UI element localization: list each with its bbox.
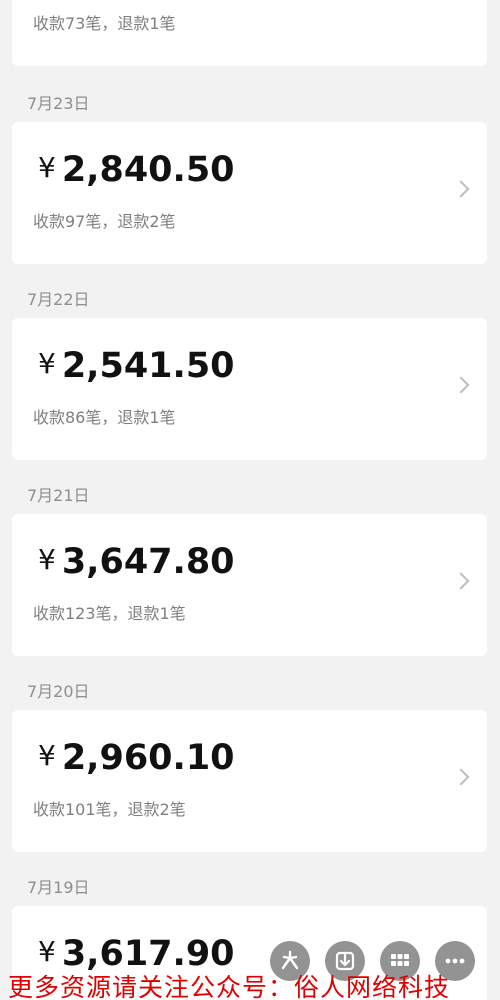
daily-amount: ¥2,960.10 — [38, 738, 235, 778]
transaction-count: 收款101笔，退款2笔 — [33, 800, 186, 819]
amount-value: 2,960.10 — [61, 738, 235, 778]
transaction-count: 收款97笔，退款2笔 — [33, 212, 176, 231]
amount-value: 3,647.80 — [61, 542, 235, 582]
transaction-count: 收款73笔，退款1笔 — [33, 14, 176, 33]
date-label: 7月22日 — [27, 290, 90, 309]
daily-summary-card[interactable]: ¥2,840.50 收款97笔，退款2笔 — [12, 122, 487, 264]
daily-summary-card[interactable]: ¥3,647.80 收款123笔，退款1笔 — [12, 514, 487, 656]
date-label: 7月20日 — [27, 682, 90, 701]
amount-value: 2,840.50 — [61, 150, 235, 190]
chevron-right-icon — [452, 572, 470, 590]
daily-amount: ¥2,541.50 — [38, 346, 235, 386]
currency-symbol: ¥ — [38, 739, 56, 772]
transaction-count: 收款123笔，退款1笔 — [33, 604, 186, 623]
currency-symbol: ¥ — [38, 151, 56, 184]
date-label: 7月21日 — [27, 486, 90, 505]
date-label: 7月19日 — [27, 878, 90, 897]
date-label: 7月23日 — [27, 94, 90, 113]
daily-summary-card[interactable]: ¥2,541.50 收款86笔，退款1笔 — [12, 318, 487, 460]
chevron-right-icon — [452, 768, 470, 786]
transaction-count: 收款86笔，退款1笔 — [33, 408, 176, 427]
daily-summary-card[interactable]: ¥2,960.10 收款101笔，退款2笔 — [12, 710, 487, 852]
watermark-text: 更多资源请关注公众号：俗人网络科技 — [8, 973, 451, 1000]
currency-symbol: ¥ — [38, 935, 56, 968]
daily-amount: ¥3,647.80 — [38, 542, 235, 582]
amount-value: 2,541.50 — [61, 346, 235, 386]
daily-amount: ¥2,840.50 — [38, 150, 235, 190]
daily-summary-card[interactable]: 收款73笔，退款1笔 — [12, 0, 487, 66]
chevron-right-icon — [452, 180, 470, 198]
currency-symbol: ¥ — [38, 347, 56, 380]
chevron-right-icon — [452, 376, 470, 394]
page: 收款73笔，退款1笔 7月23日 ¥2,840.50 收款97笔，退款2笔 7月… — [0, 0, 500, 1000]
currency-symbol: ¥ — [38, 543, 56, 576]
